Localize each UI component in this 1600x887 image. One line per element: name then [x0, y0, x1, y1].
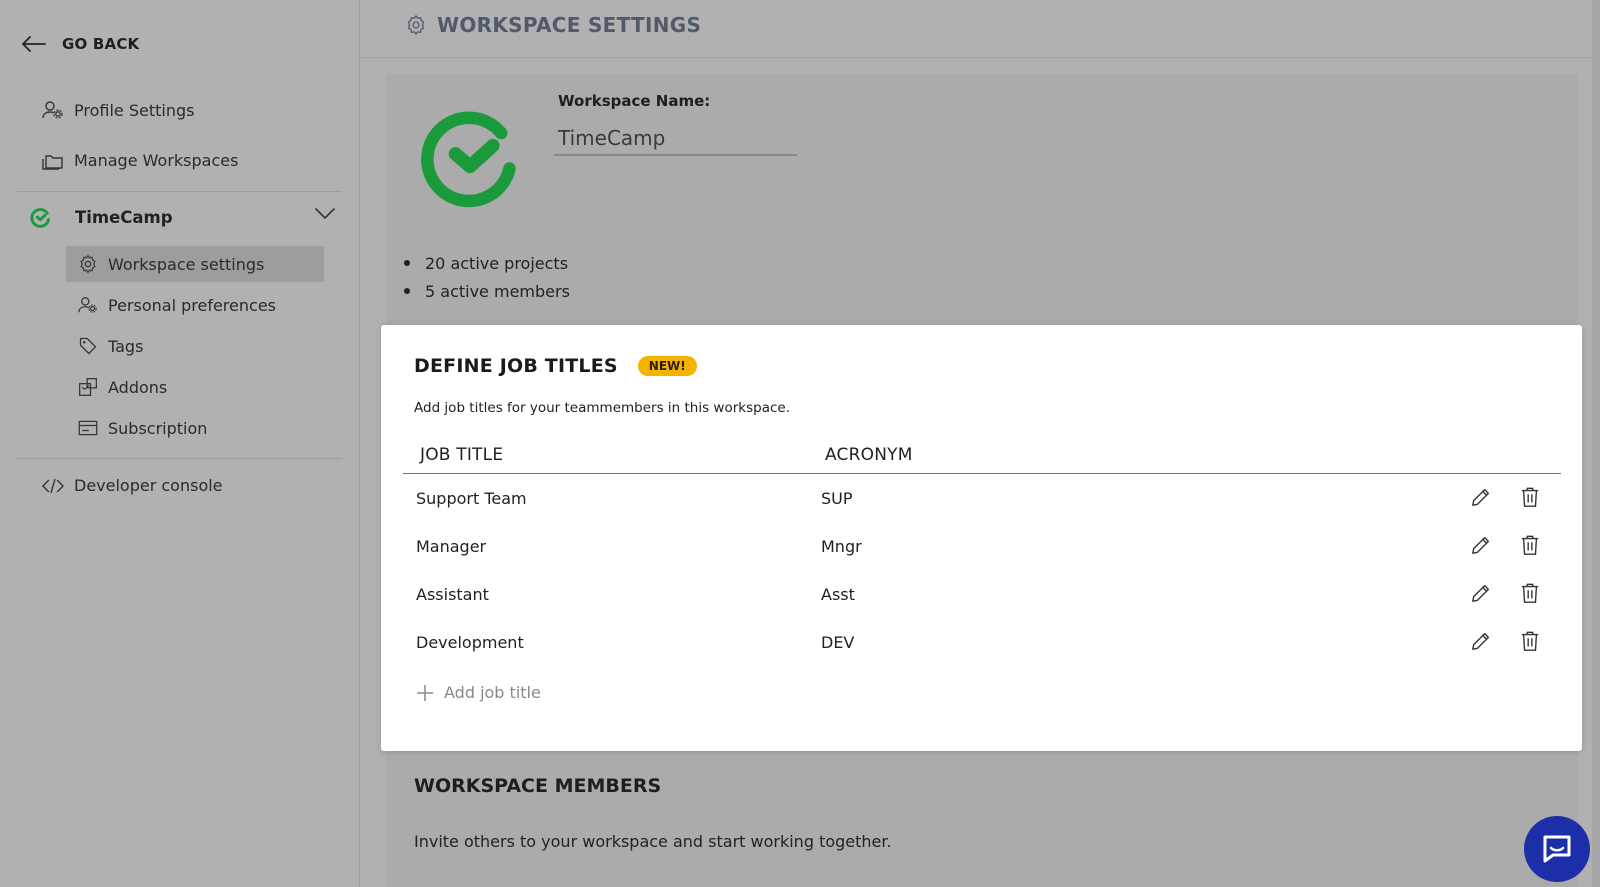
- go-back-label: GO BACK: [62, 35, 140, 53]
- user-gear-icon: [42, 101, 63, 119]
- chevron-down-icon: [315, 208, 335, 220]
- pencil-icon[interactable]: [1470, 486, 1492, 508]
- workspace-logo: [421, 111, 516, 208]
- page-title-text: WORKSPACE SETTINGS: [437, 13, 702, 37]
- gear-icon: [407, 15, 425, 35]
- sidebar-item-label: Personal preferences: [108, 295, 276, 315]
- pencil-icon[interactable]: [1470, 630, 1492, 652]
- sidebar-item-label: Manage Workspaces: [74, 151, 239, 170]
- job-titles-panel: DEFINE JOB TITLES NEW! Add job titles fo…: [381, 325, 1582, 751]
- sidebar-item-label: Workspace settings: [108, 254, 265, 274]
- trash-icon[interactable]: [1519, 486, 1541, 508]
- user-gear-icon: [78, 297, 97, 313]
- sidebar-divider: [17, 191, 342, 192]
- folders-icon: [42, 154, 63, 170]
- acronym-cell: Mngr: [821, 537, 862, 556]
- go-back-button[interactable]: GO BACK: [22, 30, 139, 58]
- sidebar-item-profile-settings[interactable]: Profile Settings: [42, 100, 194, 120]
- job-title-cell: Support Team: [416, 489, 527, 508]
- main-header: WORKSPACE SETTINGS: [360, 0, 1600, 58]
- sidebar-item-tags[interactable]: Tags: [66, 328, 324, 364]
- job-titles-header: DEFINE JOB TITLES NEW!: [414, 355, 697, 377]
- column-header-job-title: JOB TITLE: [420, 445, 504, 465]
- sidebar-item-label: Tags: [108, 336, 144, 356]
- job-title-cell: Development: [416, 633, 524, 652]
- sidebar-item-label: Addons: [108, 377, 168, 397]
- new-badge: NEW!: [637, 356, 697, 376]
- pencil-icon[interactable]: [1470, 582, 1492, 604]
- pencil-icon[interactable]: [1470, 534, 1492, 556]
- workspace-toggle[interactable]: TimeCamp: [30, 204, 335, 230]
- job-title-cell: Manager: [416, 537, 487, 556]
- table-row: Manager Mngr: [403, 523, 1561, 571]
- workspace-name: TimeCamp: [75, 207, 173, 227]
- job-titles-heading: DEFINE JOB TITLES: [414, 355, 618, 377]
- addons-icon: [79, 378, 97, 396]
- workspace-stats: 20 active projects 5 active members: [404, 249, 570, 305]
- code-icon: [42, 478, 64, 493]
- sidebar-item-label: Developer console: [74, 476, 223, 495]
- workspace-members-description: Invite others to your workspace and star…: [414, 832, 892, 851]
- sidebar-divider: [17, 458, 342, 459]
- trash-icon[interactable]: [1519, 534, 1541, 556]
- header-divider: [403, 473, 1561, 474]
- scrollbar[interactable]: [1592, 0, 1600, 887]
- sidebar-item-manage-workspaces[interactable]: Manage Workspaces: [42, 151, 238, 170]
- trash-icon[interactable]: [1519, 630, 1541, 652]
- card-icon: [78, 420, 98, 436]
- stat-members: 5 active members: [404, 277, 570, 305]
- trash-icon[interactable]: [1519, 582, 1541, 604]
- add-job-title-button[interactable]: Add job title: [416, 683, 541, 702]
- chat-icon: [1543, 835, 1571, 863]
- workspace-name-label: Workspace Name:: [558, 92, 711, 110]
- table-row: Development DEV: [403, 619, 1561, 667]
- plus-icon: [417, 684, 433, 701]
- arrow-left-icon: [22, 36, 46, 52]
- sidebar-item-workspace-settings[interactable]: Workspace settings: [66, 246, 324, 282]
- workspace-name-input[interactable]: [554, 122, 797, 156]
- workspace-members-heading: WORKSPACE MEMBERS: [414, 775, 662, 797]
- sidebar-item-developer-console[interactable]: Developer console: [42, 476, 223, 495]
- gear-icon: [80, 255, 96, 273]
- sidebar-item-addons[interactable]: Addons: [66, 369, 324, 405]
- sidebar-item-label: Profile Settings: [74, 100, 195, 120]
- stat-projects: 20 active projects: [404, 249, 570, 277]
- add-job-title-label: Add job title: [444, 683, 541, 702]
- tag-icon: [79, 337, 97, 355]
- column-header-acronym: ACRONYM: [825, 445, 913, 465]
- chat-button[interactable]: [1524, 816, 1590, 882]
- sidebar: GO BACK Profile Settings Manage Workspac…: [0, 0, 360, 887]
- job-title-cell: Assistant: [416, 585, 489, 604]
- sidebar-item-subscription[interactable]: Subscription: [66, 410, 324, 446]
- acronym-cell: SUP: [821, 489, 853, 508]
- page-title: WORKSPACE SETTINGS: [405, 13, 701, 37]
- timecamp-logo-icon: [30, 207, 50, 228]
- job-titles-description: Add job titles for your teammembers in t…: [414, 400, 790, 416]
- acronym-cell: DEV: [821, 633, 855, 652]
- sidebar-item-label: Subscription: [108, 418, 208, 438]
- table-row: Support Team SUP: [403, 475, 1561, 523]
- sidebar-item-personal-preferences[interactable]: Personal preferences: [66, 287, 324, 323]
- acronym-cell: Asst: [821, 585, 855, 604]
- table-row: Assistant Asst: [403, 571, 1561, 619]
